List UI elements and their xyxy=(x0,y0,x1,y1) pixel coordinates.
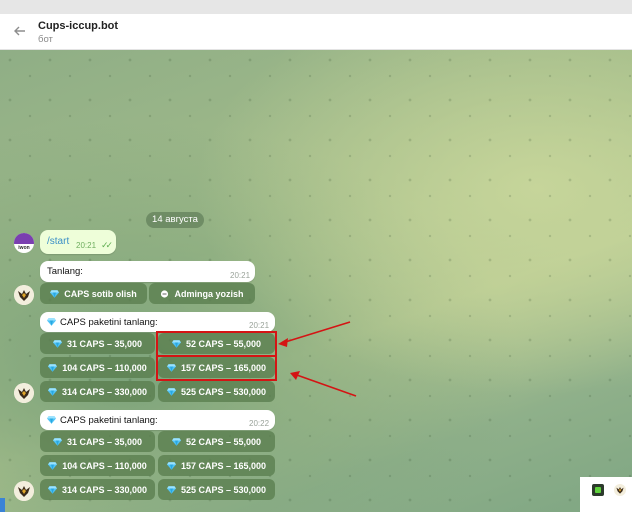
bot-message-caps-paketini-2: CAPS paketini tanlang: 20:22 xyxy=(40,410,275,430)
window-top-strip xyxy=(0,0,632,14)
button-label: 31 CAPS – 35,000 xyxy=(66,436,143,447)
double-check-icon: ✓✓ xyxy=(101,240,113,250)
diamond-icon xyxy=(47,416,56,424)
start-command-link[interactable]: /start xyxy=(47,236,69,247)
bot-message-caps-paketini-1: CAPS paketini tanlang: 20:21 xyxy=(40,312,275,332)
button-label: 52 CAPS – 55,000 xyxy=(185,338,262,349)
caps-52-button[interactable]: 52 CAPS – 55,000 xyxy=(158,333,275,354)
diamond-icon xyxy=(50,290,59,298)
diamond-icon xyxy=(53,438,62,446)
chat-bubble-icon xyxy=(161,289,169,298)
caps-157-button[interactable]: 157 CAPS – 165,000 xyxy=(158,455,275,476)
adminga-yozish-button[interactable]: Adminga yozish xyxy=(149,283,255,304)
button-label: Adminga yozish xyxy=(174,288,244,299)
message-time: 20:21 xyxy=(249,321,270,330)
caps-31-button[interactable]: 31 CAPS – 35,000 xyxy=(40,333,155,354)
caps-525-button[interactable]: 525 CAPS – 530,000 xyxy=(158,479,275,500)
caps-104-button[interactable]: 104 CAPS – 110,000 xyxy=(40,455,155,476)
chat-subtitle: бот xyxy=(38,34,53,45)
message-time: 20:21 xyxy=(76,241,97,250)
outgoing-message: /start 20:21 ✓✓ xyxy=(40,230,116,254)
button-label: 525 CAPS – 530,000 xyxy=(180,386,267,397)
bot-avatar[interactable] xyxy=(14,383,34,403)
diamond-icon xyxy=(53,340,62,348)
button-label: 52 CAPS – 55,000 xyxy=(185,436,262,447)
caps-157-button[interactable]: 157 CAPS – 165,000 xyxy=(158,357,275,378)
caps-314-button[interactable]: 314 CAPS – 330,000 xyxy=(40,381,155,402)
message-time: 20:21 xyxy=(230,271,251,280)
button-label: 104 CAPS – 110,000 xyxy=(62,460,147,471)
diamond-icon xyxy=(167,462,176,470)
button-label: 157 CAPS – 165,000 xyxy=(180,362,267,373)
chat-area[interactable]: 14 августа iwon /start 20:21 ✓✓ Tanlang:… xyxy=(0,50,632,512)
red-arrow-annotation xyxy=(278,321,357,397)
diamond-icon xyxy=(48,486,57,494)
caps-sotib-olish-button[interactable]: CAPS sotib olish xyxy=(40,283,147,304)
caps-31-button[interactable]: 31 CAPS – 35,000 xyxy=(40,431,155,452)
eagle-avatar[interactable] xyxy=(614,484,626,496)
button-label: CAPS sotib olish xyxy=(64,288,137,299)
diamond-icon xyxy=(172,438,181,446)
diamond-icon xyxy=(167,364,176,372)
arrow-left-icon[interactable] xyxy=(12,23,28,39)
caps-104-button[interactable]: 104 CAPS – 110,000 xyxy=(40,357,155,378)
button-label: 314 CAPS – 330,000 xyxy=(61,386,148,397)
chat-title[interactable]: Cups-iccup.bot xyxy=(38,20,118,32)
diamond-icon xyxy=(167,486,176,494)
button-label: 31 CAPS – 35,000 xyxy=(66,338,143,349)
message-text: Tanlang: xyxy=(47,266,83,277)
caps-314-button[interactable]: 314 CAPS – 330,000 xyxy=(40,479,155,500)
diamond-icon xyxy=(47,318,56,326)
button-label: 104 CAPS – 110,000 xyxy=(62,362,147,373)
button-label: 314 CAPS – 330,000 xyxy=(61,484,148,495)
user-avatar[interactable]: iwon xyxy=(14,233,34,253)
bot-avatar[interactable] xyxy=(14,481,34,501)
diamond-icon xyxy=(48,364,57,372)
avatar-label: iwon xyxy=(18,245,30,251)
bot-avatar[interactable] xyxy=(14,285,34,305)
message-text: CAPS paketini tanlang: xyxy=(47,415,158,426)
caps-52-button[interactable]: 52 CAPS – 55,000 xyxy=(158,431,275,452)
taskbar-edge xyxy=(0,498,5,512)
bot-message-tanlang: Tanlang: 20:21 xyxy=(40,261,255,282)
chat-header: Cups-iccup.bot бот xyxy=(0,14,632,50)
button-label: 525 CAPS – 530,000 xyxy=(180,484,267,495)
message-text: CAPS paketini tanlang: xyxy=(47,317,158,328)
diamond-icon xyxy=(48,388,57,396)
date-divider: 14 августа xyxy=(146,212,204,228)
diamond-icon xyxy=(172,340,181,348)
button-label: 157 CAPS – 165,000 xyxy=(180,460,267,471)
caps-525-button[interactable]: 525 CAPS – 530,000 xyxy=(158,381,275,402)
app-icon[interactable] xyxy=(592,484,604,496)
diamond-icon xyxy=(167,388,176,396)
diamond-icon xyxy=(48,462,57,470)
message-time: 20:22 xyxy=(249,419,270,428)
